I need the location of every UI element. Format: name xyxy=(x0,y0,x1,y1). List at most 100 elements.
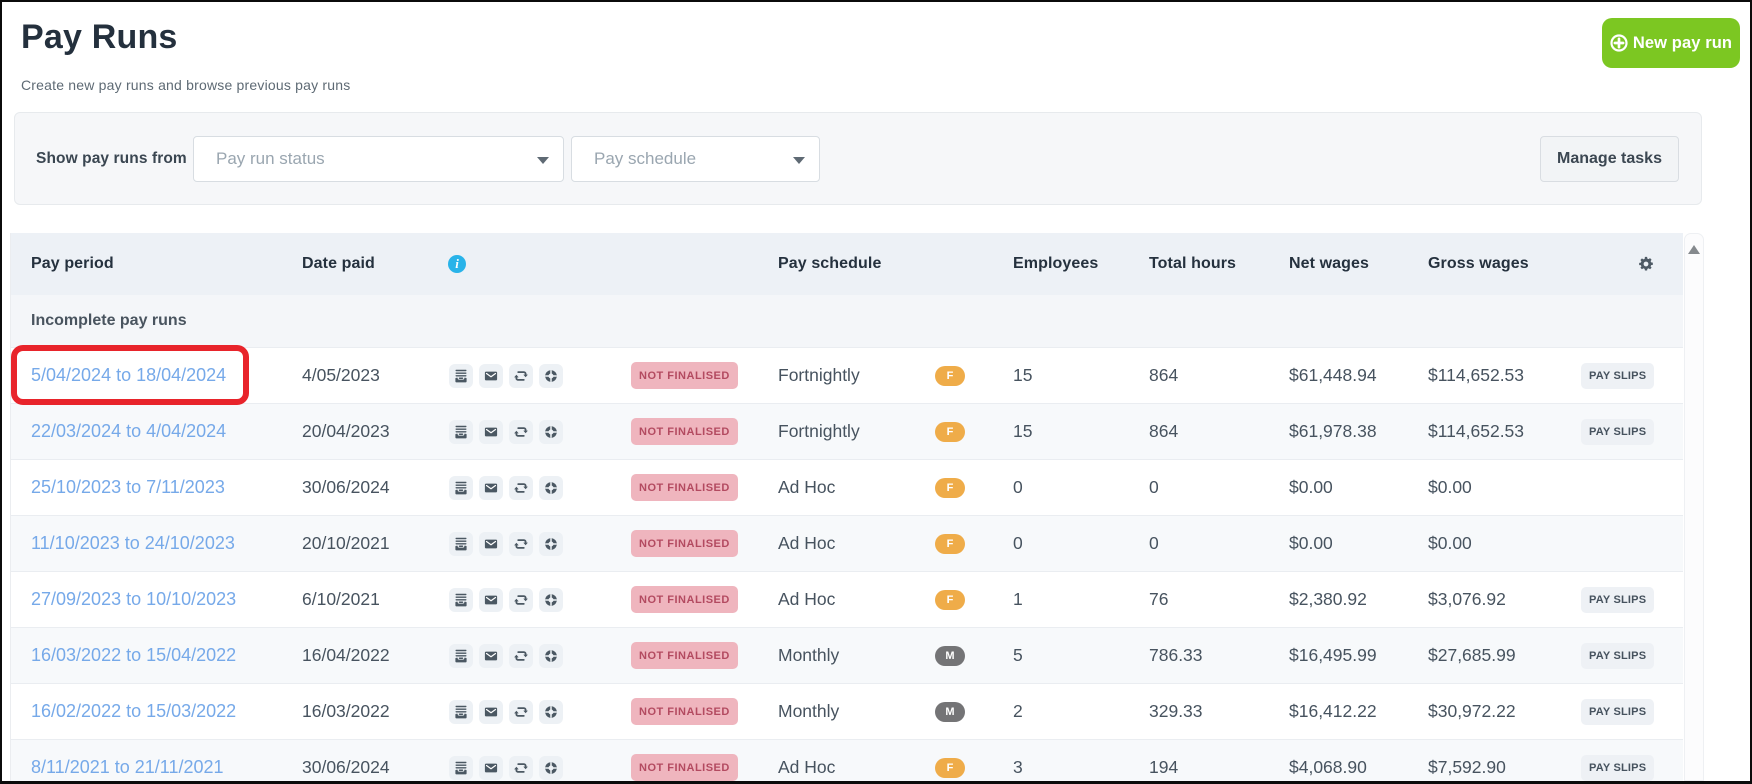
schedule-code-badge: M xyxy=(935,702,965,722)
col-gross-wages[interactable]: Gross wages xyxy=(1428,233,1529,295)
pay-slips-cell: PAY SLIPS xyxy=(1581,404,1654,459)
pay-period-link[interactable]: 11/10/2023 to 24/10/2023 xyxy=(31,533,235,554)
lifebuoy-icon[interactable] xyxy=(539,588,563,612)
schedule-code-cell: F xyxy=(935,516,965,571)
pay-period-link[interactable]: 16/03/2022 to 15/04/2022 xyxy=(31,645,236,666)
envelope-icon[interactable] xyxy=(479,420,503,444)
archive-icon[interactable] xyxy=(449,420,473,444)
schedule-code-badge: F xyxy=(935,366,965,386)
net-wages-cell: $0.00 xyxy=(1289,460,1333,515)
sync-icon[interactable] xyxy=(509,532,533,556)
lifebuoy-icon[interactable] xyxy=(539,756,563,780)
archive-icon[interactable] xyxy=(449,644,473,668)
pay-period-link[interactable]: 8/11/2021 to 21/11/2021 xyxy=(31,757,224,778)
lifebuoy-icon[interactable] xyxy=(539,364,563,388)
col-pay-schedule[interactable]: Pay schedule xyxy=(778,233,881,295)
pay-run-status-select[interactable]: Pay run status xyxy=(193,136,564,182)
pay-slips-button[interactable]: PAY SLIPS xyxy=(1581,699,1654,725)
date-paid-value: 16/03/2022 xyxy=(302,701,390,722)
envelope-icon[interactable] xyxy=(479,588,503,612)
info-icon[interactable]: i xyxy=(448,255,466,273)
pay-period-link[interactable]: 27/09/2023 to 10/10/2023 xyxy=(31,589,236,610)
date-paid-cell: 4/05/2023 xyxy=(302,348,380,403)
net-wages-value: $61,448.94 xyxy=(1289,365,1377,386)
scroll-up-arrow-icon[interactable] xyxy=(1688,245,1700,254)
schedule-code-badge: F xyxy=(935,422,965,442)
pay-period-link[interactable]: 16/02/2022 to 15/03/2022 xyxy=(31,701,236,722)
pay-slips-button[interactable]: PAY SLIPS xyxy=(1581,643,1654,669)
status-badge: NOT FINALISED xyxy=(631,474,738,501)
pay-slips-button[interactable]: PAY SLIPS xyxy=(1581,587,1654,613)
sync-icon[interactable] xyxy=(509,756,533,780)
gross-wages-cell: $114,652.53 xyxy=(1428,348,1524,403)
pay-schedule-cell: Ad Hoc xyxy=(778,740,835,784)
total-hours-value: 786.33 xyxy=(1149,645,1203,666)
col-total-hours[interactable]: Total hours xyxy=(1149,233,1236,295)
col-pay-period[interactable]: Pay period xyxy=(31,233,114,295)
pay-slips-button[interactable]: PAY SLIPS xyxy=(1581,419,1654,445)
table-row: 22/03/2024 to 4/04/2024 20/04/2023 NOT F… xyxy=(11,403,1683,459)
pay-slips-button[interactable]: PAY SLIPS xyxy=(1581,755,1654,781)
date-paid-cell: 16/03/2022 xyxy=(302,684,390,739)
lifebuoy-icon[interactable] xyxy=(539,420,563,444)
total-hours-value: 0 xyxy=(1149,533,1159,554)
net-wages-value: $16,412.22 xyxy=(1289,701,1377,722)
envelope-icon[interactable] xyxy=(479,476,503,500)
employees-value: 2 xyxy=(1013,701,1023,722)
table-header: Pay period Date paid i Pay schedule Empl… xyxy=(11,233,1683,295)
col-employees[interactable]: Employees xyxy=(1013,233,1098,295)
sync-icon[interactable] xyxy=(509,588,533,612)
sync-icon[interactable] xyxy=(509,644,533,668)
lifebuoy-icon[interactable] xyxy=(539,644,563,668)
col-net-wages[interactable]: Net wages xyxy=(1289,233,1369,295)
lifebuoy-icon[interactable] xyxy=(539,476,563,500)
table-row: 5/04/2024 to 18/04/2024 4/05/2023 NOT FI… xyxy=(11,347,1683,403)
schedule-code-cell: F xyxy=(935,404,965,459)
archive-icon[interactable] xyxy=(449,476,473,500)
manage-tasks-button[interactable]: Manage tasks xyxy=(1540,136,1679,182)
table-scrollbar[interactable] xyxy=(1684,233,1704,781)
pay-schedule-select[interactable]: Pay schedule xyxy=(571,136,820,182)
envelope-icon[interactable] xyxy=(479,364,503,388)
employees-cell: 0 xyxy=(1013,516,1023,571)
sync-icon[interactable] xyxy=(509,476,533,500)
pay-period-link[interactable]: 5/04/2024 to 18/04/2024 xyxy=(31,365,226,386)
sync-icon[interactable] xyxy=(509,420,533,444)
envelope-icon[interactable] xyxy=(479,756,503,780)
lifebuoy-icon[interactable] xyxy=(539,700,563,724)
date-paid-cell: 30/06/2024 xyxy=(302,460,390,515)
net-wages-cell: $61,448.94 xyxy=(1289,348,1377,403)
envelope-icon[interactable] xyxy=(479,700,503,724)
pay-schedule-value: Ad Hoc xyxy=(778,757,835,778)
lifebuoy-icon[interactable] xyxy=(539,532,563,556)
schedule-code-cell: F xyxy=(935,572,965,627)
row-actions xyxy=(449,628,563,683)
pay-period-cell: 22/03/2024 to 4/04/2024 xyxy=(31,404,226,459)
status-cell: NOT FINALISED xyxy=(631,572,738,627)
pay-period-link[interactable]: 25/10/2023 to 7/11/2023 xyxy=(31,477,225,498)
pay-schedule-value: Ad Hoc xyxy=(778,589,835,610)
total-hours-cell: 0 xyxy=(1149,460,1159,515)
employees-cell: 0 xyxy=(1013,460,1023,515)
archive-icon[interactable] xyxy=(449,756,473,780)
gross-wages-cell: $0.00 xyxy=(1428,460,1472,515)
pay-slips-button[interactable]: PAY SLIPS xyxy=(1581,363,1654,389)
total-hours-cell: 0 xyxy=(1149,516,1159,571)
pay-schedule-value: Ad Hoc xyxy=(778,477,835,498)
col-date-paid[interactable]: Date paid xyxy=(302,233,375,295)
archive-icon[interactable] xyxy=(449,532,473,556)
pay-period-cell: 5/04/2024 to 18/04/2024 xyxy=(31,348,226,403)
employees-value: 15 xyxy=(1013,365,1032,386)
archive-icon[interactable] xyxy=(449,364,473,388)
sync-icon[interactable] xyxy=(509,700,533,724)
archive-icon[interactable] xyxy=(449,700,473,724)
date-paid-value: 16/04/2022 xyxy=(302,645,390,666)
status-badge: NOT FINALISED xyxy=(631,698,738,725)
archive-icon[interactable] xyxy=(449,588,473,612)
new-pay-run-button[interactable]: New pay run xyxy=(1602,18,1740,68)
envelope-icon[interactable] xyxy=(479,532,503,556)
sync-icon[interactable] xyxy=(509,364,533,388)
pay-period-link[interactable]: 22/03/2024 to 4/04/2024 xyxy=(31,421,226,442)
envelope-icon[interactable] xyxy=(479,644,503,668)
gear-icon[interactable] xyxy=(1638,256,1654,272)
